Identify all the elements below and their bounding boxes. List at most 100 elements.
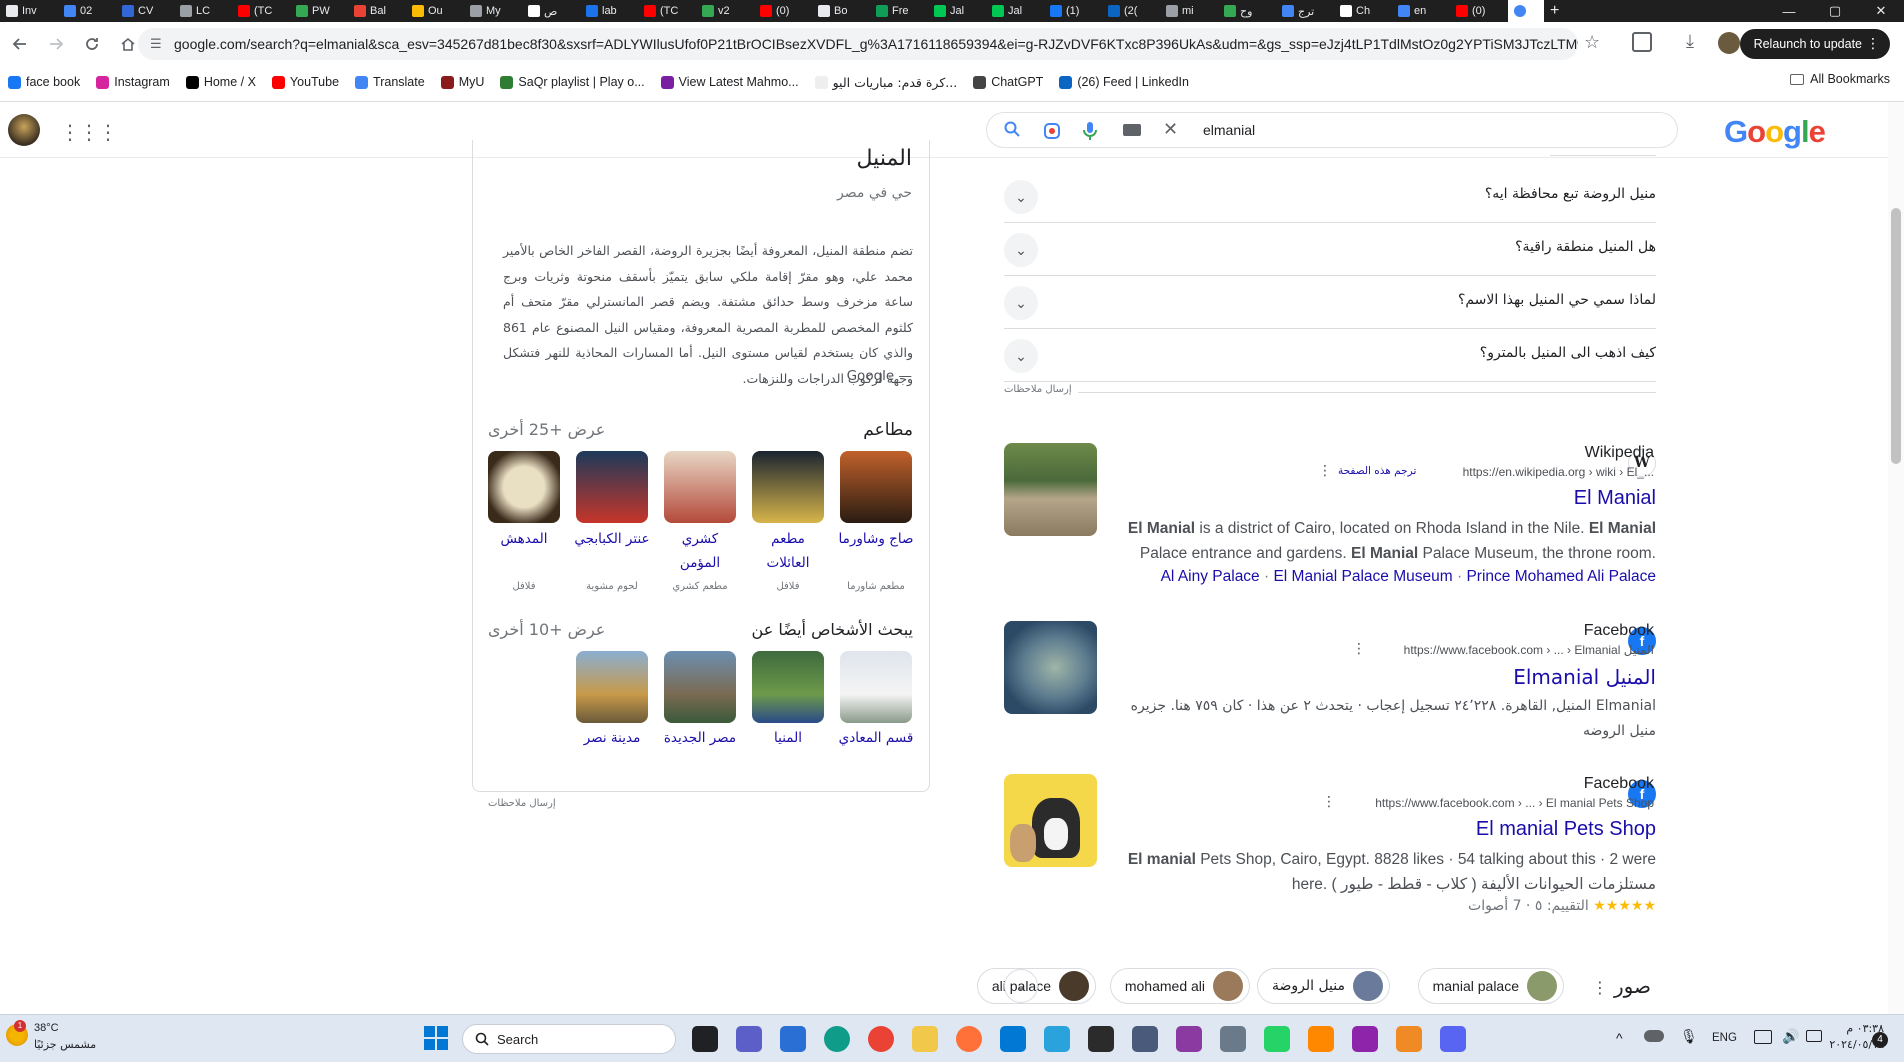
browser-tab[interactable]: Ch (1334, 0, 1392, 22)
browser-tab[interactable]: Jal (986, 0, 1044, 22)
start-button[interactable] (424, 1026, 448, 1050)
chrome-icon[interactable] (868, 1026, 894, 1052)
whatsapp-icon[interactable] (1264, 1026, 1290, 1052)
related-place-thumbnail[interactable] (840, 651, 912, 723)
restaurant-name[interactable]: عنتر الكبابجي (572, 527, 652, 551)
back-button[interactable] (2, 26, 38, 62)
relaunch-button[interactable]: Relaunch to update ⋮ (1739, 29, 1890, 59)
related-place-name[interactable]: مدينة نصر (572, 726, 652, 750)
browser-tab[interactable]: Jal (928, 0, 986, 22)
microphone-tray-icon[interactable]: 🎙 (1680, 1028, 1698, 1045)
task-view-icon[interactable] (692, 1026, 718, 1052)
all-bookmarks-button[interactable]: All Bookmarks (1790, 72, 1890, 86)
restaurant-thumbnail[interactable] (488, 451, 560, 523)
file-explorer-icon[interactable] (912, 1026, 938, 1052)
bookmark-item[interactable]: YouTube (264, 75, 347, 89)
bookmark-item[interactable]: SaQr playlist | Play o... (492, 75, 652, 89)
browser-tab[interactable]: LC (174, 0, 232, 22)
result1-more-icon[interactable]: ⋮ (1318, 462, 1332, 479)
sitelink-al-ainy-palace[interactable]: Al Ainy Palace (1161, 568, 1260, 585)
related-place-thumbnail[interactable] (664, 651, 736, 723)
related-place-thumbnail[interactable] (576, 651, 648, 723)
capcut-icon[interactable] (1088, 1026, 1114, 1052)
active-tab[interactable] (1508, 0, 1544, 22)
browser-tab[interactable]: (TC (638, 0, 696, 22)
images-more-icon[interactable]: ⋮ (1592, 978, 1608, 998)
winrar-icon[interactable] (1176, 1026, 1202, 1052)
gear-icon[interactable] (1220, 1026, 1246, 1052)
close-window-button[interactable]: ✕ (1858, 0, 1904, 22)
browser-tab[interactable]: (TC (232, 0, 290, 22)
forward-button[interactable] (38, 26, 74, 62)
chips-expand-button[interactable]: ⌄ (1004, 969, 1038, 1003)
restaurant-name[interactable]: كشري المؤمن (660, 527, 740, 575)
restaurant-name[interactable]: المدهش (484, 527, 564, 551)
image-chip[interactable]: manial palace (1417, 968, 1564, 1004)
bookmark-item[interactable]: (26) Feed | LinkedIn (1051, 75, 1197, 89)
browser-tab[interactable]: en (1392, 0, 1450, 22)
edge-icon[interactable] (824, 1026, 850, 1052)
browser-tab[interactable]: CV (116, 0, 174, 22)
firefox-icon[interactable] (956, 1026, 982, 1052)
chevron-down-icon[interactable]: ⌄ (1004, 233, 1038, 267)
browser-tab[interactable]: v2 (696, 0, 754, 22)
faq-item[interactable]: ⌄ منيل الروضة تبع محافظة ايه؟ (1004, 170, 1656, 223)
restaurant-thumbnail[interactable] (576, 451, 648, 523)
bookmark-item[interactable]: ChatGPT (965, 75, 1051, 89)
store-icon[interactable] (780, 1026, 806, 1052)
result3-more-icon[interactable]: ⋮ (1322, 793, 1336, 810)
bookmark-item[interactable]: face book (0, 75, 88, 89)
related-place-name[interactable]: مصر الجديدة (660, 726, 740, 750)
onedrive-icon[interactable] (1644, 1030, 1664, 1042)
settings-icon[interactable] (1132, 1026, 1158, 1052)
browser-tab[interactable]: Ou (406, 0, 464, 22)
volume-icon[interactable]: 🔊 (1782, 1028, 1799, 1045)
browser-tab[interactable]: (0) (754, 0, 812, 22)
kp-feedback-link[interactable]: إرسال ملاحظات (488, 798, 556, 809)
bookmark-item[interactable]: MyU (433, 75, 493, 89)
telegram-icon[interactable] (1044, 1026, 1070, 1052)
browser-tab[interactable]: lab (580, 0, 638, 22)
result2-title[interactable]: Elmanial المنيل (1513, 665, 1656, 689)
notification-badge[interactable]: 4 (1872, 1032, 1888, 1048)
sitelink-prince-mohamed-ali[interactable]: Prince Mohamed Ali Palace (1466, 568, 1656, 585)
profile-avatar[interactable] (1718, 32, 1740, 54)
clear-search-icon[interactable]: ✕ (1163, 119, 1178, 140)
faq-item[interactable]: ⌄ هل المنيل منطقة راقية؟ (1004, 223, 1656, 276)
faq-feedback-link[interactable]: إرسال ملاحظات (1004, 384, 1078, 395)
podcast-icon[interactable] (1352, 1026, 1378, 1052)
bookmark-item[interactable]: Translate (347, 75, 433, 89)
reload-button[interactable] (74, 26, 110, 62)
tray-chevron-icon[interactable]: ^ (1616, 1030, 1623, 1046)
bookmark-item[interactable]: كرة قدم: مباريات اليو... (807, 75, 966, 90)
browser-tab[interactable]: mi (1160, 0, 1218, 22)
bookmark-item[interactable]: Instagram (88, 75, 178, 89)
browser-tab[interactable]: Bo (812, 0, 870, 22)
faq-item[interactable]: ⌄ كيف اذهب الى المنيل بالمترو؟ (1004, 329, 1656, 382)
related-place-name[interactable]: قسم المعادي (836, 726, 916, 750)
result2-more-icon[interactable]: ⋮ (1352, 640, 1366, 657)
search-icon[interactable] (1003, 120, 1021, 143)
lens-icon[interactable] (1043, 122, 1061, 144)
related-place-name[interactable]: المنيا (748, 726, 828, 750)
bookmark-star-icon[interactable]: ☆ (1584, 32, 1600, 53)
chevron-down-icon[interactable]: ⌄ (1004, 339, 1038, 373)
clock-time[interactable]: ٠٣:٣٨ م (1814, 1022, 1884, 1035)
account-avatar[interactable] (8, 114, 40, 146)
browser-tab[interactable]: Inv (0, 0, 58, 22)
chevron-down-icon[interactable]: ⌄ (1004, 180, 1038, 214)
restaurant-thumbnail[interactable] (840, 451, 912, 523)
browser-tab[interactable]: My (464, 0, 522, 22)
browser-tab[interactable]: Bal (348, 0, 406, 22)
bookmark-item[interactable]: View Latest Mahmo... (653, 75, 807, 89)
vscode-icon[interactable] (1000, 1026, 1026, 1052)
browser-tab[interactable]: (0) (1450, 0, 1508, 22)
microphone-icon[interactable] (1083, 121, 1097, 145)
restaurant-thumbnail[interactable] (664, 451, 736, 523)
browser-tab[interactable]: 02 (58, 0, 116, 22)
people-more-link[interactable]: عرض +10 أخرى (488, 620, 608, 639)
meet-icon[interactable] (736, 1026, 762, 1052)
taskbar-search[interactable]: Search (462, 1024, 676, 1054)
related-place-thumbnail[interactable] (752, 651, 824, 723)
minimize-button[interactable]: — (1766, 0, 1812, 22)
